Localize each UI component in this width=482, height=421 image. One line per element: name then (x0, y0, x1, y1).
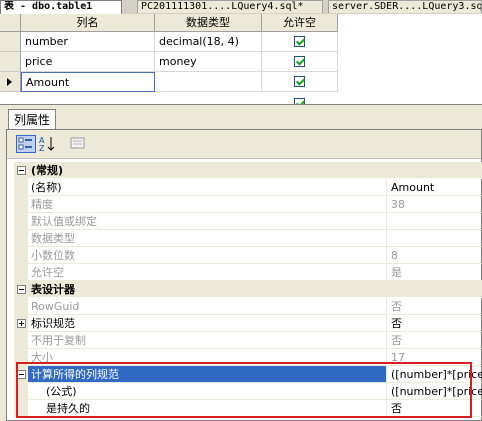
property-value: 否 (387, 332, 482, 349)
categorized-icon[interactable] (16, 135, 36, 153)
property-value[interactable]: ([number]*[price]) (387, 366, 482, 383)
sort-az-icon[interactable]: A Z (38, 135, 58, 153)
header-allow-null[interactable]: 允许空 (262, 14, 338, 31)
property-label: RowGuid (28, 298, 387, 315)
property-label: 标识规范 (28, 315, 387, 332)
table-row[interactable]: number decimal(18, 4) (0, 32, 338, 52)
property-value: 是 (387, 264, 482, 281)
header-data-type[interactable]: 数据类型 (155, 14, 262, 31)
property-row-scale[interactable]: 小数位数 8 (14, 247, 482, 264)
property-row-rowguid[interactable]: RowGuid 否 (14, 298, 482, 315)
header-corner (0, 14, 21, 31)
property-label: 计算所得的列规范 (28, 366, 387, 383)
property-row-identity[interactable]: 标识规范 否 (14, 315, 482, 332)
property-row-precision[interactable]: 精度 38 (14, 196, 482, 213)
category-general[interactable]: (常规) (14, 162, 482, 179)
cell-column-name-editing[interactable]: Amount (21, 72, 155, 92)
cell-data-type[interactable]: decimal(18, 4) (155, 32, 262, 52)
category-table-designer[interactable]: 表设计器 (14, 281, 482, 298)
property-value: 否 (387, 298, 482, 315)
collapse-icon[interactable] (17, 370, 26, 379)
table-row[interactable]: price money (0, 52, 338, 72)
row-selector[interactable] (0, 32, 21, 52)
property-row-allow-null[interactable]: 允许空 是 (14, 264, 482, 281)
property-label: 不用于复制 (28, 332, 387, 349)
categorized-glyph-icon (18, 137, 32, 150)
property-pages-icon[interactable] (69, 135, 89, 153)
property-row-computed-column[interactable]: 计算所得的列规范 ([number]*[price]) (14, 366, 482, 383)
property-value[interactable]: ([number]*[price]) (387, 383, 482, 400)
allow-null-checkbox[interactable] (294, 76, 305, 87)
allow-null-checkbox[interactable] (294, 36, 305, 47)
cell-data-type[interactable] (155, 72, 262, 92)
sort-az-glyph-icon: A Z (39, 136, 55, 153)
property-row-persisted[interactable]: 是持久的 否 (14, 400, 482, 417)
property-value[interactable]: Amount (387, 179, 482, 196)
property-pages-glyph-icon (70, 137, 85, 149)
property-label: (公式) (28, 383, 387, 400)
property-row-formula[interactable]: (公式) ([number]*[price]) (14, 383, 482, 400)
property-toolbar: A Z (7, 130, 481, 159)
tab-query3[interactable]: server.SDER....LQuery3.sql (328, 0, 482, 13)
collapse-icon[interactable] (17, 285, 26, 294)
property-value (387, 213, 482, 230)
property-label: 是持久的 (28, 400, 387, 417)
property-row-default[interactable]: 默认值或绑定 (14, 213, 482, 230)
category-general-title: (常规) (28, 162, 482, 179)
row-selector-current[interactable] (0, 72, 21, 92)
column-grid: 列名 数据类型 允许空 number decimal(18, 4) price … (0, 14, 482, 104)
property-label: 精度 (28, 196, 387, 213)
cell-column-name[interactable]: price (21, 52, 155, 72)
tab-column-properties[interactable]: 列属性 (8, 109, 56, 129)
property-value: 8 (387, 247, 482, 264)
property-value: 38 (387, 196, 482, 213)
current-row-arrow-icon (7, 78, 12, 86)
property-label: 允许空 (28, 264, 387, 281)
property-label: 大小 (28, 349, 387, 366)
table-row-current[interactable]: Amount (0, 72, 338, 92)
cell-column-name[interactable]: number (21, 32, 155, 52)
property-value: 17 (387, 349, 482, 366)
expand-icon[interactable] (17, 319, 26, 328)
allow-null-checkbox[interactable] (294, 56, 305, 67)
grid-header: 列名 数据类型 允许空 (0, 14, 338, 32)
tab-table-design[interactable]: 表 - dbo.table1 (0, 0, 122, 15)
property-row-not-for-replication[interactable]: 不用于复制 否 (14, 332, 482, 349)
tab-query4[interactable]: PC201111301....LQuery4.sql* (137, 0, 323, 13)
property-label: (名称) (28, 179, 387, 196)
property-row-size[interactable]: 大小 17 (14, 349, 482, 366)
property-value[interactable]: 否 (387, 400, 482, 417)
document-tab-strip: 表 - dbo.table1 PC201111301....LQuery4.sq… (0, 0, 482, 15)
property-label: 默认值或绑定 (28, 213, 387, 230)
property-value (387, 230, 482, 247)
property-label: 小数位数 (28, 247, 387, 264)
property-label: 数据类型 (28, 230, 387, 247)
cell-data-type[interactable]: money (155, 52, 262, 72)
property-value[interactable]: 否 (387, 315, 482, 332)
property-row-name[interactable]: (名称) Amount (14, 179, 482, 196)
row-selector[interactable] (0, 52, 21, 72)
category-table-designer-title: 表设计器 (28, 281, 482, 298)
property-row-datatype[interactable]: 数据类型 (14, 230, 482, 247)
svg-text:Z: Z (39, 144, 45, 153)
collapse-icon[interactable] (17, 166, 26, 175)
header-column-name[interactable]: 列名 (21, 14, 155, 31)
